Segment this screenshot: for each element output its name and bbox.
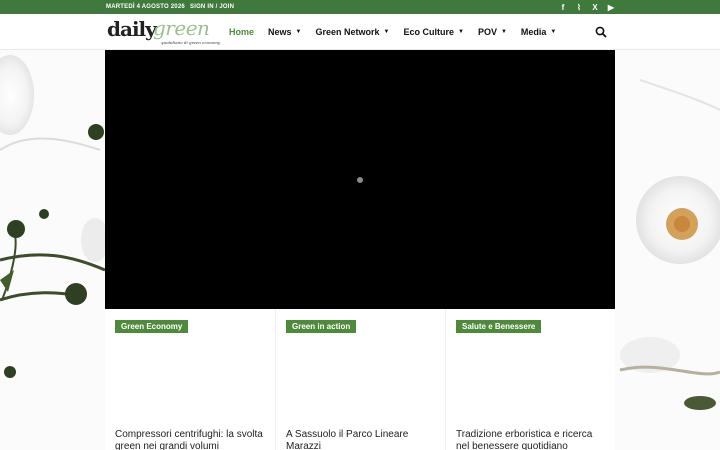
featured-video-player[interactable] bbox=[105, 50, 615, 309]
current-date: MARTEDÌ 4 AGOSTO 2026 bbox=[106, 4, 185, 10]
search-icon[interactable] bbox=[595, 26, 607, 38]
top-bar: MARTEDÌ 4 AGOSTO 2026 SIGN IN / JOIN f ⌇… bbox=[0, 0, 720, 14]
article-card[interactable]: Salute e Benessere Tradizione erboristic… bbox=[445, 309, 615, 450]
nav-item-media[interactable]: Media ▼ bbox=[521, 27, 556, 37]
nav-item-label: Home bbox=[229, 27, 255, 37]
youtube-icon[interactable]: ▶ bbox=[606, 1, 616, 13]
facebook-icon[interactable]: f bbox=[558, 1, 568, 13]
chevron-down-icon: ▼ bbox=[457, 29, 464, 35]
article-title[interactable]: A Sassuolo il Parco Lineare Marazzi bbox=[286, 429, 438, 450]
article-title[interactable]: Tradizione erboristica e ricerca nel ben… bbox=[456, 429, 608, 450]
nav-item-eco-culture[interactable]: Eco Culture ▼ bbox=[403, 27, 463, 37]
sign-in-link[interactable]: SIGN IN / JOIN bbox=[190, 4, 234, 10]
category-badge[interactable]: Green Economy bbox=[115, 320, 189, 333]
nav-item-label: POV bbox=[477, 27, 497, 37]
nav-item-green-network[interactable]: Green Network ▼ bbox=[315, 27, 389, 37]
nav-item-label: Eco Culture bbox=[403, 27, 454, 37]
chevron-down-icon: ▼ bbox=[550, 29, 557, 35]
rss-icon[interactable]: ⌇ bbox=[574, 1, 584, 13]
chevron-down-icon: ▼ bbox=[500, 29, 507, 35]
logo-word-green: green bbox=[153, 16, 210, 40]
loading-spinner bbox=[357, 177, 363, 183]
x-icon[interactable]: X bbox=[590, 1, 600, 13]
nav-item-label: News bbox=[268, 27, 292, 37]
social-links: f ⌇ X ▶ bbox=[558, 1, 616, 13]
main-content: Green Economy Compressori centrifughi: l… bbox=[105, 50, 615, 450]
category-badge[interactable]: Green in action bbox=[286, 320, 357, 333]
chevron-down-icon: ▼ bbox=[383, 29, 390, 35]
logo-tagline: quotidiano di green economy bbox=[161, 40, 221, 45]
site-logo[interactable]: daily green quotidiano di green economy bbox=[107, 16, 220, 47]
chevron-down-icon: ▼ bbox=[295, 29, 302, 35]
logo-word-daily: daily bbox=[107, 17, 157, 41]
nav-item-label: Media bbox=[520, 27, 547, 37]
article-title[interactable]: Compressori centrifughi: la svolta green… bbox=[115, 429, 267, 450]
main-navigation: Home News ▼ Green Network ▼ Eco Culture … bbox=[229, 14, 570, 50]
nav-item-news[interactable]: News ▼ bbox=[268, 27, 301, 37]
nav-item-pov[interactable]: POV ▼ bbox=[478, 27, 507, 37]
nav-item-label: Green Network bbox=[315, 27, 380, 37]
nav-item-home[interactable]: Home bbox=[229, 27, 254, 37]
article-card[interactable]: Green in action A Sassuolo il Parco Line… bbox=[275, 309, 445, 450]
article-card[interactable]: Green Economy Compressori centrifughi: l… bbox=[105, 309, 275, 450]
article-cards: Green Economy Compressori centrifughi: l… bbox=[105, 309, 615, 450]
site-header: daily green quotidiano di green economy … bbox=[0, 14, 720, 50]
category-badge[interactable]: Salute e Benessere bbox=[456, 320, 542, 333]
